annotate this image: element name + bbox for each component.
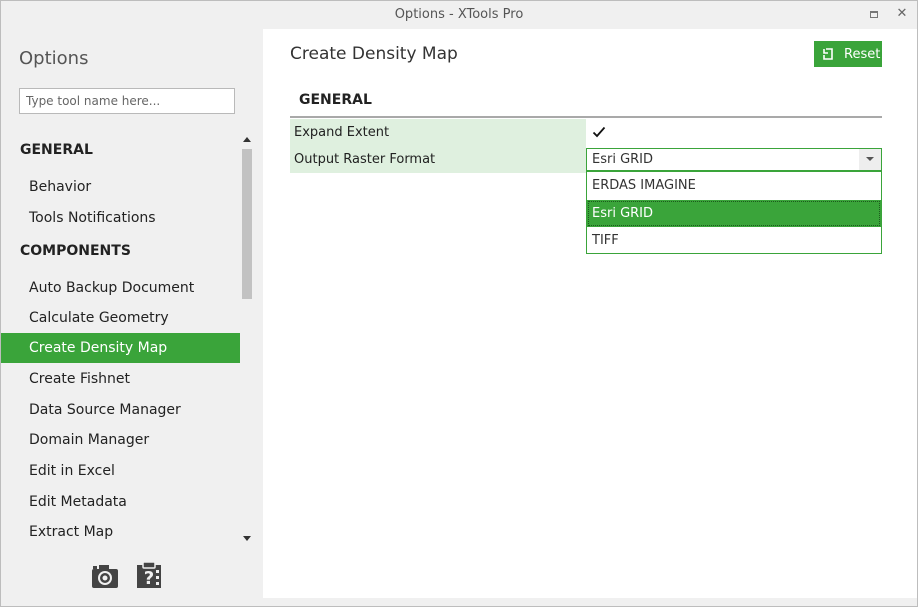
section-divider	[290, 116, 882, 118]
nav-item-create-density-map[interactable]: Create Density Map	[1, 333, 240, 363]
dropdown-option-esri-grid[interactable]: Esri GRID	[587, 200, 881, 227]
reset-label: Reset	[844, 46, 881, 62]
chevron-down-icon	[243, 536, 251, 541]
scroll-down-arrow[interactable]	[242, 534, 252, 544]
sidebar: Options GENERAL Behavior Tools Notificat…	[1, 29, 262, 606]
camera-icon[interactable]	[91, 563, 119, 589]
nav-item-data-source-manager[interactable]: Data Source Manager	[1, 395, 240, 425]
property-row-output-raster-format: Output Raster Format Esri GRID	[290, 146, 882, 173]
svg-text:?: ?	[144, 568, 154, 589]
chevron-up-icon	[243, 137, 251, 142]
nav-header-components: COMPONENTS	[20, 243, 131, 259]
scrollbar-thumb[interactable]	[242, 149, 252, 299]
nav-item-tools-notifications[interactable]: Tools Notifications	[1, 203, 240, 233]
dropdown-option-tiff[interactable]: TIFF	[587, 227, 881, 254]
title-bar: Options - XTools Pro ✕	[1, 1, 917, 29]
reset-button[interactable]: Reset	[814, 41, 882, 67]
window-title: Options - XTools Pro	[394, 7, 524, 22]
property-label: Expand Extent	[290, 119, 586, 146]
sidebar-title: Options	[19, 48, 89, 69]
main-panel: Create Density Map Reset GENERAL Expand …	[263, 29, 917, 598]
options-window: Options - XTools Pro ✕ Options GENERAL B…	[0, 0, 918, 607]
tool-search-input[interactable]	[19, 88, 235, 114]
nav-item-extract-map[interactable]: Extract Map	[1, 517, 240, 547]
output-raster-format-select[interactable]: Esri GRID	[586, 148, 882, 171]
maximize-icon	[870, 10, 878, 18]
property-label: Output Raster Format	[290, 146, 586, 173]
expand-extent-checkbox[interactable]	[592, 125, 606, 139]
close-button[interactable]: ✕	[891, 1, 913, 29]
page-title: Create Density Map	[290, 44, 458, 64]
nav-item-edit-in-excel[interactable]: Edit in Excel	[1, 456, 240, 486]
nav-item-behavior[interactable]: Behavior	[1, 172, 240, 202]
chevron-down-icon	[866, 157, 874, 161]
nav-item-domain-manager[interactable]: Domain Manager	[1, 425, 240, 455]
dropdown-arrow[interactable]	[859, 149, 881, 170]
nav-item-create-fishnet[interactable]: Create Fishnet	[1, 364, 240, 394]
select-value: Esri GRID	[592, 152, 654, 167]
maximize-button[interactable]	[863, 1, 885, 29]
scroll-up-arrow[interactable]	[242, 135, 252, 145]
dropdown-option-erdas-imagine[interactable]: ERDAS IMAGINE	[587, 172, 881, 199]
nav-item-edit-metadata[interactable]: Edit Metadata	[1, 487, 240, 517]
raster-format-dropdown-list: ERDAS IMAGINE Esri GRID TIFF	[586, 171, 882, 254]
nav-item-calculate-geometry[interactable]: Calculate Geometry	[1, 303, 240, 333]
reset-icon	[823, 47, 833, 60]
help-document-icon[interactable]: ?	[135, 561, 163, 589]
nav-header-general: GENERAL	[20, 142, 93, 158]
section-title-general: GENERAL	[299, 92, 372, 108]
tool-nav-list: GENERAL Behavior Tools Notifications COM…	[1, 137, 241, 549]
property-row-expand-extent: Expand Extent	[290, 119, 882, 146]
nav-item-auto-backup-document[interactable]: Auto Backup Document	[1, 273, 240, 303]
